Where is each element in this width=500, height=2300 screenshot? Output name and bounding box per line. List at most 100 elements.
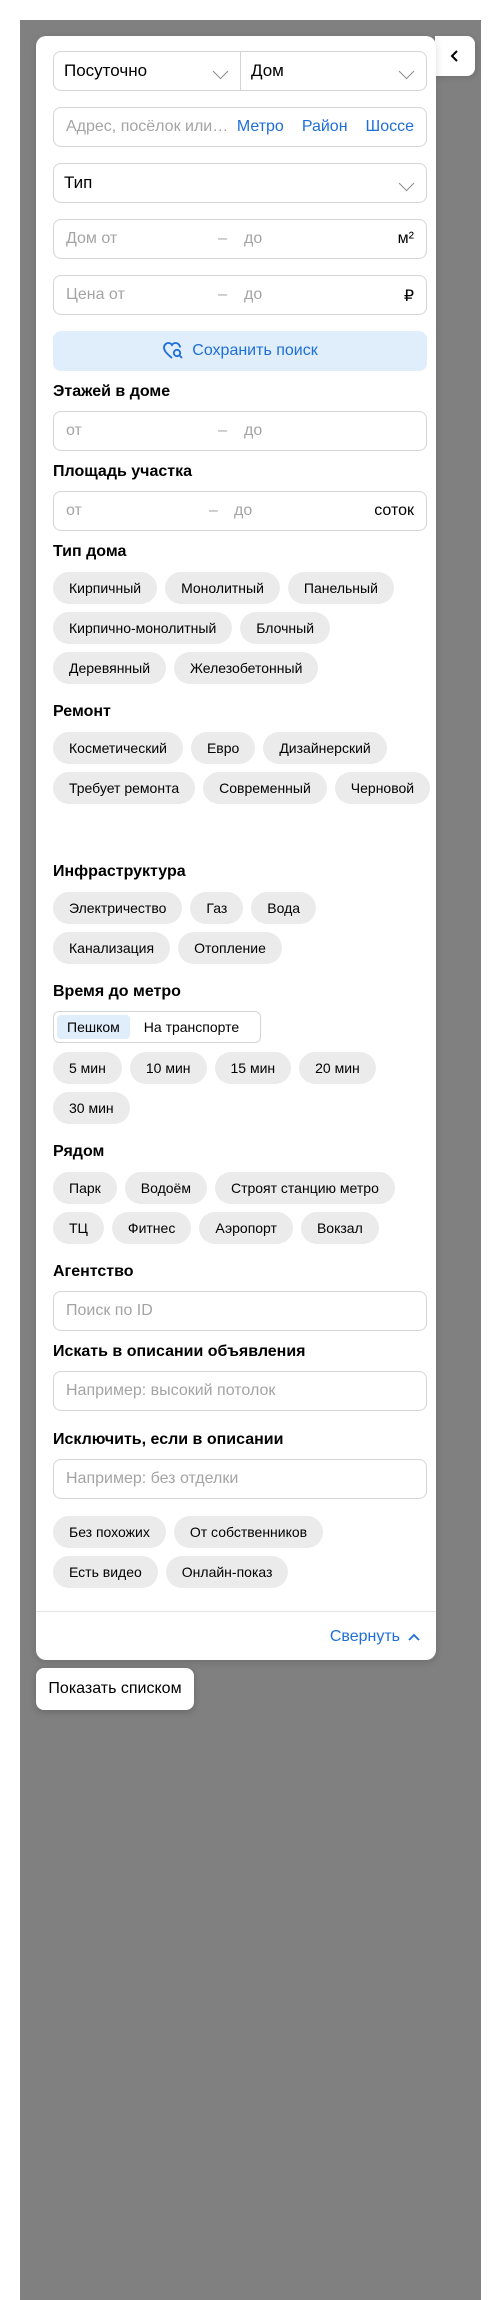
deal-type-value: Посуточно xyxy=(64,61,148,80)
chip-brick[interactable]: Кирпичный xyxy=(53,572,158,604)
chip-park[interactable]: Парк xyxy=(53,1172,117,1204)
collapse-filters-link[interactable]: Свернуть xyxy=(330,1628,420,1646)
chip-modern[interactable]: Современный xyxy=(203,772,327,804)
heart-search-icon xyxy=(163,342,183,359)
plot-from[interactable]: от xyxy=(66,502,82,520)
metro-time-title: Время до метро xyxy=(53,983,181,1000)
chip-5-min[interactable]: 5 мин xyxy=(53,1052,122,1084)
nearby-title: Рядом xyxy=(53,1143,105,1160)
chip-rough[interactable]: Черновой xyxy=(334,772,431,804)
chip-from-owners[interactable]: От собственников xyxy=(173,1516,324,1548)
exclude-desc-title: Исключить, если в описании xyxy=(53,1431,284,1448)
deal-object-selector: Посуточно Дом xyxy=(53,51,427,91)
footer-divider xyxy=(36,1611,436,1612)
metro-mode-toggle: Пешком На транспорте xyxy=(53,1011,261,1043)
mode-walk[interactable]: Пешком xyxy=(57,1015,130,1039)
nearby-chips: Парк Водоём Строят станцию метро ТЦ Фитн… xyxy=(53,1172,433,1244)
range-dash: – xyxy=(218,422,227,439)
chip-30-min[interactable]: 30 мин xyxy=(53,1092,130,1124)
chip-airport[interactable]: Аэропорт xyxy=(199,1212,293,1244)
chevron-down-icon xyxy=(212,63,229,79)
show-list-button[interactable]: Показать списком xyxy=(36,1668,194,1710)
chip-panel[interactable]: Панельный xyxy=(287,572,394,604)
search-desc-placeholder: Например: высокий потолок xyxy=(66,1382,276,1399)
chip-station[interactable]: Вокзал xyxy=(300,1212,379,1244)
chip-pond[interactable]: Водоём xyxy=(124,1172,207,1204)
chip-designer[interactable]: Дизайнерский xyxy=(263,732,387,764)
mode-transport[interactable]: На транспорте xyxy=(134,1015,249,1039)
chip-needs-repair[interactable]: Требует ремонта xyxy=(53,772,196,804)
chip-metro-construction[interactable]: Строят станцию метро xyxy=(214,1172,395,1204)
object-type-select[interactable]: Дом xyxy=(241,52,426,90)
collapse-panel-button[interactable] xyxy=(435,36,475,76)
chip-monolith[interactable]: Монолитный xyxy=(165,572,280,604)
show-list-label: Показать списком xyxy=(48,1680,182,1697)
floors-from[interactable]: от xyxy=(66,422,82,440)
floors-to[interactable]: до xyxy=(244,422,262,440)
floors-range[interactable]: от – до xyxy=(53,411,427,451)
chip-no-similar[interactable]: Без похожих xyxy=(53,1516,166,1548)
extra-chips: Без похожих От собственников Есть видео … xyxy=(53,1516,433,1588)
object-type-value: Дом xyxy=(251,61,284,80)
infrastructure-chips: Электричество Газ Вода Канализация Отопл… xyxy=(53,892,433,964)
chip-wooden[interactable]: Деревянный xyxy=(53,652,167,684)
plot-to[interactable]: до xyxy=(234,502,252,520)
plot-title: Площадь участка xyxy=(53,463,192,480)
agency-title: Агентство xyxy=(53,1263,134,1280)
chip-block[interactable]: Блочный xyxy=(240,612,331,644)
collapse-label: Свернуть xyxy=(329,1628,400,1645)
chip-heating[interactable]: Отопление xyxy=(178,932,282,964)
chevron-left-icon xyxy=(450,50,458,62)
save-search-button[interactable]: Сохранить поиск xyxy=(53,331,427,371)
chip-water[interactable]: Вода xyxy=(251,892,317,924)
chip-brick-monolith[interactable]: Кирпично-монолитный xyxy=(53,612,233,644)
exclude-desc-placeholder: Например: без отделки xyxy=(66,1470,239,1487)
type-select-value: Тип xyxy=(64,173,93,192)
price-from[interactable]: Цена от xyxy=(66,286,125,304)
chip-euro[interactable]: Евро xyxy=(190,732,256,764)
area-unit: м² xyxy=(397,230,414,247)
save-search-label: Сохранить поиск xyxy=(192,342,318,359)
chip-20-min[interactable]: 20 мин xyxy=(299,1052,376,1084)
house-type-chips: Кирпичный Монолитный Панельный Кирпично-… xyxy=(53,572,433,684)
search-desc-title: Искать в описании объявления xyxy=(53,1343,306,1360)
deal-type-select[interactable]: Посуточно xyxy=(54,52,241,90)
chevron-up-icon xyxy=(408,1633,420,1641)
infrastructure-title: Инфраструктура xyxy=(53,863,186,880)
renovation-chips: Косметический Евро Дизайнерский Требует … xyxy=(53,732,433,804)
price-to[interactable]: до xyxy=(244,286,262,304)
chip-mall[interactable]: ТЦ xyxy=(53,1212,104,1244)
district-link[interactable]: Район xyxy=(302,118,348,136)
chip-online-viewing[interactable]: Онлайн-показ xyxy=(165,1556,289,1588)
chevron-down-icon xyxy=(398,175,415,191)
filters-panel: Посуточно Дом Адрес, посёлок или… Метро … xyxy=(36,36,436,1660)
exclude-desc-input[interactable]: Например: без отделки xyxy=(53,1459,427,1499)
chip-sewerage[interactable]: Канализация xyxy=(53,932,171,964)
highway-link[interactable]: Шоссе xyxy=(366,118,414,136)
range-dash: – xyxy=(209,502,218,519)
range-dash: – xyxy=(218,286,227,303)
chip-gas[interactable]: Газ xyxy=(190,892,244,924)
metro-link[interactable]: Метро xyxy=(237,118,284,136)
house-area-to[interactable]: до xyxy=(244,230,262,248)
address-placeholder: Адрес, посёлок или… xyxy=(66,118,229,135)
chip-10-min[interactable]: 10 мин xyxy=(129,1052,207,1084)
chevron-down-icon xyxy=(398,63,415,79)
chip-reinforced-concrete[interactable]: Железобетонный xyxy=(174,652,319,684)
currency-unit: ₽ xyxy=(403,288,414,305)
search-desc-input[interactable]: Например: высокий потолок xyxy=(53,1371,427,1411)
agency-id-placeholder: Поиск по ID xyxy=(66,1302,153,1319)
chip-electricity[interactable]: Электричество xyxy=(53,892,183,924)
plot-range[interactable]: от – до соток xyxy=(53,491,427,531)
house-area-range[interactable]: Дом от – до м² xyxy=(53,219,427,259)
chip-has-video[interactable]: Есть видео xyxy=(53,1556,158,1588)
address-field[interactable]: Адрес, посёлок или… Метро Район Шоссе xyxy=(53,107,427,147)
agency-id-input[interactable]: Поиск по ID xyxy=(53,1291,427,1331)
price-range[interactable]: Цена от – до ₽ xyxy=(53,275,427,315)
chip-15-min[interactable]: 15 мин xyxy=(214,1052,292,1084)
type-select[interactable]: Тип xyxy=(53,163,427,203)
chip-cosmetic[interactable]: Косметический xyxy=(53,732,183,764)
chip-fitness[interactable]: Фитнес xyxy=(111,1212,192,1244)
renovation-title: Ремонт xyxy=(53,703,111,720)
house-area-from[interactable]: Дом от xyxy=(66,230,117,248)
